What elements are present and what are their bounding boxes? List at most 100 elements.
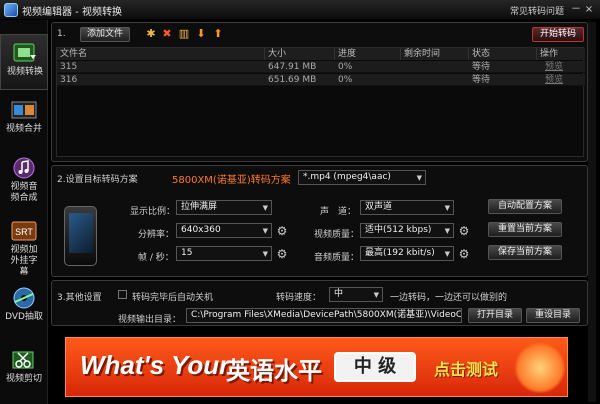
preview-link[interactable]: 预览	[542, 74, 563, 86]
add-file-button[interactable]: 添加文件	[80, 27, 130, 42]
chevron-down-icon: ▼	[444, 227, 450, 235]
chevron-down-icon: ▼	[262, 204, 268, 212]
sidebar-item-label: 视频合并	[5, 124, 42, 134]
resolution-label: 分辨率：	[138, 230, 175, 240]
device-screen	[69, 213, 93, 253]
scrollbar[interactable]	[588, 22, 596, 402]
cell-remaining	[401, 74, 404, 86]
settings-icon[interactable]: ✱	[145, 28, 157, 40]
cell-status: 等待	[472, 62, 491, 72]
column-header-size[interactable]: 大小	[265, 48, 335, 60]
speed-hint: 一边转码，一边还可以做别的	[390, 293, 508, 303]
video-quality-value: 适中(512 kbps)	[365, 225, 432, 235]
auto-config-button[interactable]: 自动配置方案	[488, 199, 562, 214]
move-up-icon[interactable]: ⬆	[212, 28, 224, 40]
section-title: 2.设置目标转码方案	[57, 175, 138, 185]
cell-size: 647.91 MB	[268, 62, 317, 72]
gear-icon[interactable]: ⚙	[276, 225, 288, 237]
video-quality-select[interactable]: 适中(512 kbps) ▼	[360, 223, 454, 238]
shutdown-checkbox[interactable]	[118, 290, 127, 299]
file-list-panel: 1. 添加文件 ✱ ✖ ▥ ⬇ ⬆ 开始转码 文件名 大小 进度 剩余时间 状态…	[51, 22, 588, 162]
channel-select[interactable]: 双声道 ▼	[360, 200, 454, 215]
sidebar-item-video-convert[interactable]: 视频转换	[0, 34, 48, 90]
open-dir-button[interactable]: 打开目录	[468, 308, 522, 323]
title-bar: 视频编辑器 - 视频转换 常见转码问题 － ×	[0, 0, 600, 20]
gear-icon[interactable]: ⚙	[276, 248, 288, 260]
sidebar-item-video-cut[interactable]: 视频剪切	[0, 342, 48, 398]
channel-label: 声 道：	[320, 207, 357, 217]
sidebar-item-label: 视频音频合成	[10, 182, 38, 203]
sidebar: 视频转换 视频合并 视频音频合成 SRT 视频加外挂字幕 DVD抽取 视频剪切	[0, 20, 48, 404]
banner-text-en: What's Your	[80, 350, 230, 380]
audio-quality-value: 最高(192 kbit/s)	[365, 248, 435, 258]
app-icon	[4, 3, 18, 17]
column-header-action[interactable]: 操作	[537, 48, 585, 60]
music-note-icon	[13, 157, 35, 179]
sidebar-item-label: DVD抽取	[5, 312, 43, 322]
gear-icon[interactable]: ⚙	[458, 225, 470, 237]
dvd-disc-icon	[13, 287, 35, 309]
window-title: 视频编辑器 - 视频转换	[22, 7, 122, 18]
format-select[interactable]: *.mp4 (mpeg4\aac) ▼	[298, 170, 426, 185]
other-settings-panel: 3.其他设置 转码完毕后自动关机 转码速度： 中 ▼ 一边转码，一边还可以做别的…	[51, 280, 588, 326]
minimize-button[interactable]: －	[571, 4, 581, 15]
cell-progress: 0%	[338, 75, 353, 85]
column-header-filename[interactable]: 文件名	[57, 48, 265, 60]
fps-select[interactable]: 15 ▼	[176, 246, 272, 261]
reset-scheme-button[interactable]: 重置当前方案	[488, 222, 562, 237]
fps-label: 帧 / 秒：	[138, 253, 174, 263]
chevron-down-icon: ▼	[262, 250, 268, 258]
svg-text:SRT: SRT	[15, 227, 33, 237]
sidebar-item-dvd-extract[interactable]: DVD抽取	[0, 280, 48, 336]
speed-select[interactable]: 中 ▼	[329, 287, 383, 302]
table-row[interactable]: 316 651.69 MB 0% 等待 预览	[57, 74, 585, 86]
sidebar-item-av-mix[interactable]: 视频音频合成	[0, 150, 48, 206]
audio-quality-select[interactable]: 最高(192 kbit/s) ▼	[360, 246, 454, 261]
chevron-down-icon: ▼	[262, 227, 268, 235]
shutdown-label: 转码完毕后自动关机	[132, 293, 214, 303]
help-link[interactable]: 常见转码问题	[510, 4, 564, 17]
column-header-progress[interactable]: 进度	[335, 48, 401, 60]
fps-value: 15	[181, 248, 193, 258]
trash-icon[interactable]: ▥	[178, 28, 190, 40]
move-down-icon[interactable]: ⬇	[195, 28, 207, 40]
column-header-remaining[interactable]: 剩余时间	[401, 48, 469, 60]
section-title: 3.其他设置	[57, 293, 102, 303]
format-value: *.mp4 (mpeg4\aac)	[303, 172, 391, 182]
start-transcode-button[interactable]: 开始转码	[532, 27, 584, 42]
close-button[interactable]: ×	[584, 4, 594, 15]
level-badge: 中 级	[334, 352, 416, 382]
ad-banner[interactable]: What's Your 英语水平 中 级 点击测试	[65, 337, 568, 397]
section-number: 1.	[57, 29, 66, 39]
gear-icon[interactable]: ⚙	[458, 248, 470, 260]
device-image	[64, 206, 97, 266]
window-controls: － ×	[571, 4, 595, 16]
target-settings-panel: 2.设置目标转码方案 5800XM(诺基亚)转码方案 *.mp4 (mpeg4\…	[51, 165, 588, 277]
aspect-value: 拉伸满屏	[181, 202, 218, 212]
column-header-status[interactable]: 状态	[469, 48, 537, 60]
film-merge-icon	[11, 101, 37, 119]
aspect-select[interactable]: 拉伸满屏 ▼	[176, 200, 272, 215]
video-quality-label: 视频质量：	[314, 230, 360, 240]
test-now-link[interactable]: 点击测试	[434, 356, 498, 380]
sidebar-item-label: 视频剪切	[5, 374, 42, 384]
output-dir-label: 视频输出目录：	[118, 315, 182, 325]
resolution-value: 640x360	[181, 225, 221, 235]
chevron-down-icon: ▼	[444, 204, 450, 212]
scissors-icon	[12, 351, 34, 369]
file-table: 文件名 大小 进度 剩余时间 状态 操作 315 647.91 MB 0% 等待…	[56, 47, 585, 157]
delete-icon[interactable]: ✖	[161, 28, 173, 40]
output-path-field[interactable]: C:\Program Files\XMedia\DevicePath\5800X…	[186, 308, 462, 323]
subtitle-icon: SRT	[11, 221, 37, 241]
resolution-select[interactable]: 640x360 ▼	[176, 223, 272, 238]
sidebar-item-video-merge[interactable]: 视频合并	[0, 92, 48, 148]
film-convert-icon	[13, 43, 36, 62]
cell-progress: 0%	[338, 62, 353, 72]
sidebar-item-label: 视频转换	[6, 67, 43, 77]
sidebar-item-subtitle[interactable]: SRT 视频加外挂字幕	[0, 213, 48, 277]
reset-dir-button[interactable]: 重设目录	[526, 308, 580, 323]
table-row[interactable]: 315 647.91 MB 0% 等待 预览	[57, 61, 585, 73]
preview-link[interactable]: 预览	[542, 61, 563, 73]
channel-value: 双声道	[365, 202, 393, 212]
save-scheme-button[interactable]: 保存当前方案	[488, 245, 562, 260]
